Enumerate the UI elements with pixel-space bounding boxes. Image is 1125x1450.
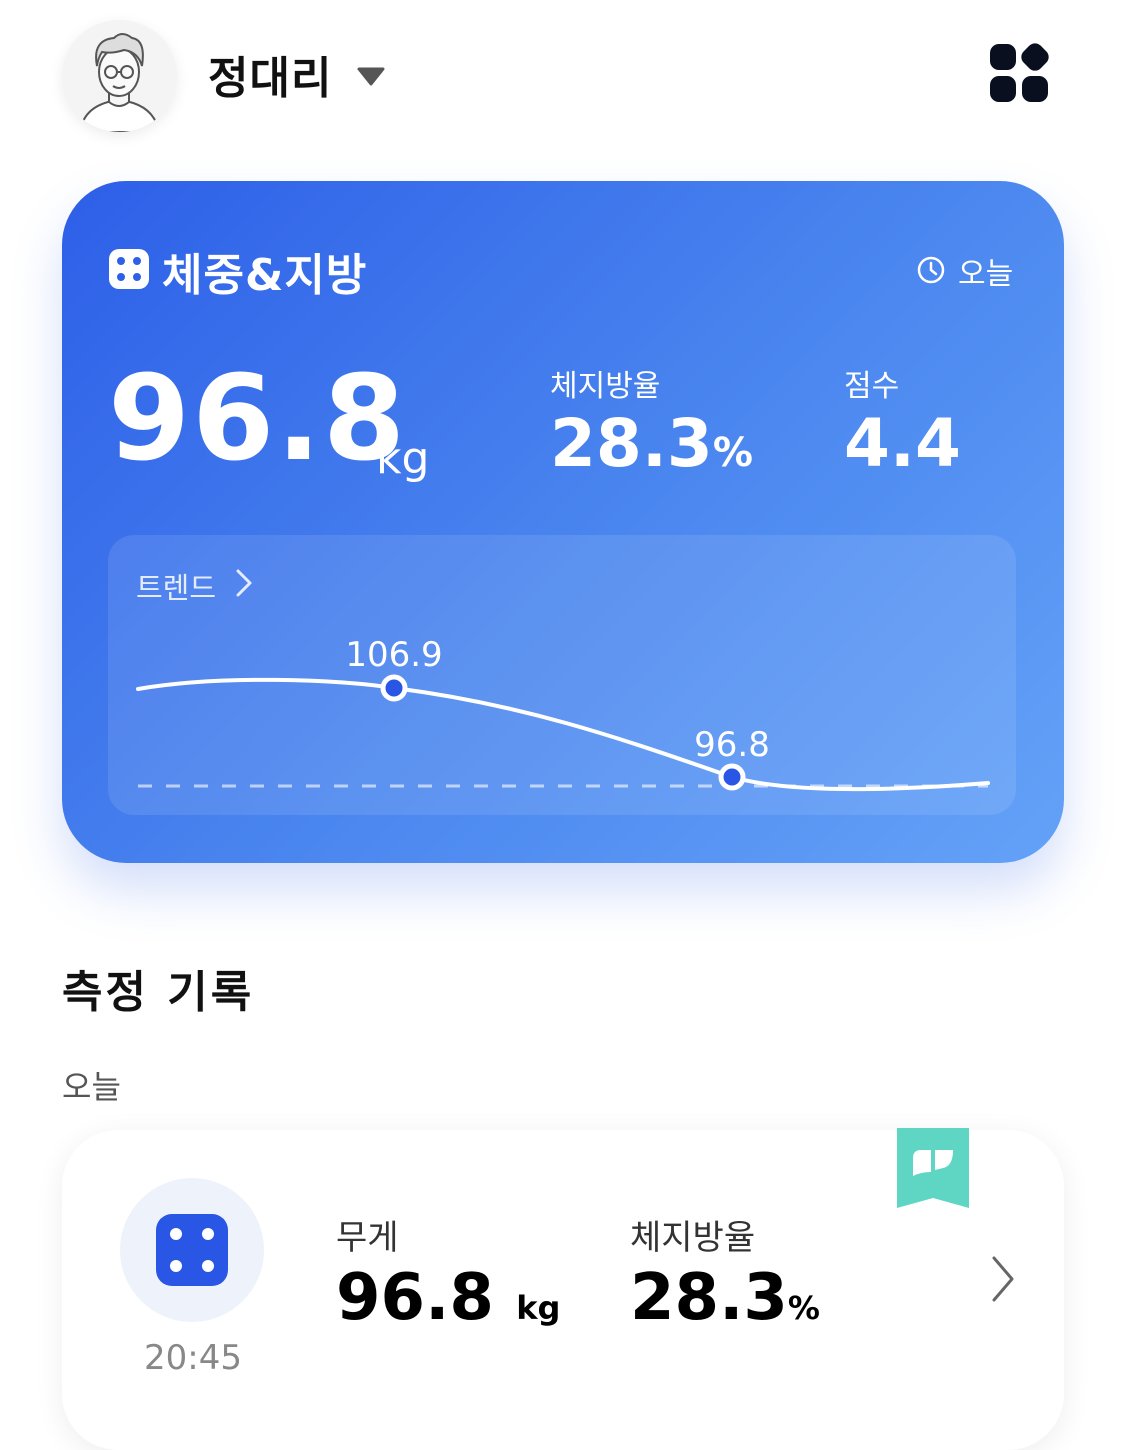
records-section-title: 측정 기록 bbox=[62, 967, 255, 1018]
trend-point-1 bbox=[380, 674, 408, 702]
record-icon-container bbox=[120, 1178, 264, 1322]
weight-unit: kg bbox=[376, 433, 430, 484]
bookmark-badge-icon bbox=[897, 1128, 969, 1208]
apps-grid-icon[interactable] bbox=[988, 42, 1050, 104]
body-fat-value: 28.3% bbox=[550, 411, 753, 477]
trend-point-2 bbox=[718, 763, 746, 791]
record-weight-label: 무게 bbox=[336, 1218, 399, 1258]
record-weight-value: 96.8 kg bbox=[336, 1266, 560, 1330]
scale-logo-icon bbox=[109, 249, 149, 289]
weight-value: 96.8 bbox=[108, 349, 408, 487]
date-filter[interactable]: 오늘 bbox=[958, 249, 1013, 293]
weight-fat-summary-card[interactable]: 체중&지방 오늘 96.8 kg 체지방율 28.3% 점수 4.4 트렌드 1… bbox=[62, 181, 1064, 863]
chevron-right-icon[interactable] bbox=[990, 1254, 1016, 1304]
record-weight-number: 96.8 bbox=[336, 1261, 494, 1335]
avatar-icon bbox=[78, 33, 161, 132]
record-fat-number: 28.3 bbox=[630, 1261, 788, 1335]
body-fat-number: 28.3 bbox=[550, 405, 713, 482]
score-label: 점수 bbox=[844, 369, 900, 404]
clock-icon bbox=[917, 256, 945, 284]
score-value: 4.4 bbox=[844, 405, 961, 482]
record-item[interactable]: 20:45 무게 96.8 kg 체지방율 28.3% bbox=[62, 1128, 1064, 1450]
record-weight-unit: kg bbox=[516, 1289, 561, 1327]
record-fat-unit: % bbox=[787, 1289, 820, 1327]
user-name[interactable]: 정대리 bbox=[208, 42, 332, 106]
trend-point-label-2: 96.8 bbox=[694, 725, 770, 765]
record-fat-label: 체지방율 bbox=[630, 1218, 756, 1258]
scale-icon bbox=[156, 1214, 228, 1286]
card-title: 체중&지방 bbox=[162, 250, 368, 301]
trend-point-label-1: 106.9 bbox=[345, 635, 442, 675]
body-fat-label: 체지방율 bbox=[550, 369, 661, 404]
record-fat-value: 28.3% bbox=[630, 1266, 820, 1330]
body-fat-unit: % bbox=[712, 430, 753, 476]
trend-line bbox=[136, 677, 990, 792]
records-day-label: 오늘 bbox=[62, 1068, 121, 1106]
trend-chart[interactable]: 트렌드 106.9 96.8 bbox=[108, 535, 1016, 815]
chevron-down-icon[interactable] bbox=[357, 66, 385, 86]
record-time: 20:45 bbox=[144, 1338, 242, 1378]
user-avatar[interactable] bbox=[62, 20, 177, 132]
trend-plot: 106.9 96.8 bbox=[136, 635, 990, 792]
